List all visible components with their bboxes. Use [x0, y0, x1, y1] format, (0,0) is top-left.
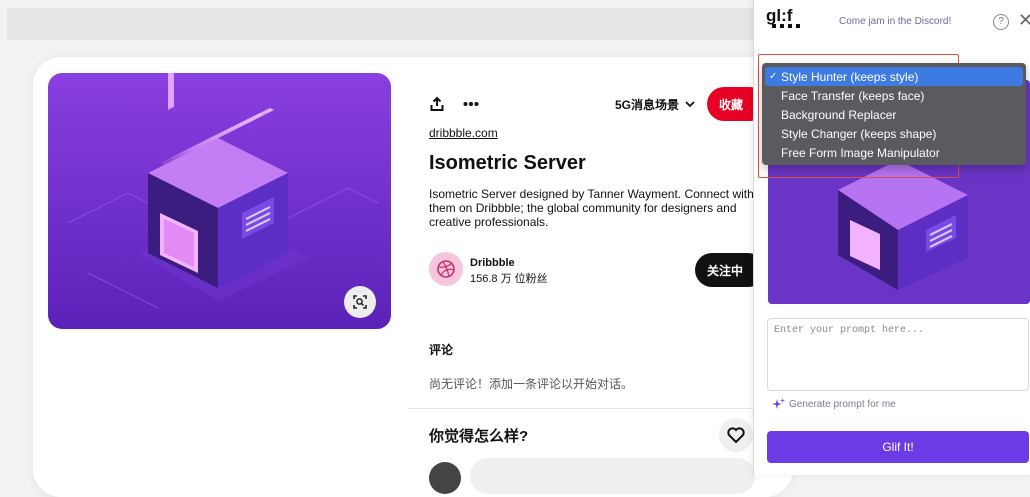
- visual-search-icon: [353, 295, 367, 309]
- chevron-down-icon: [685, 101, 695, 108]
- dribbble-logo-icon: [437, 260, 455, 278]
- mode-option-style-hunter[interactable]: ✓ Style Hunter (keeps style): [765, 67, 1023, 86]
- option-label: Style Changer (keeps shape): [781, 126, 937, 141]
- pin-title: Isometric Server: [429, 152, 586, 174]
- option-label: Face Transfer (keeps face): [781, 88, 925, 103]
- mode-option-free-form[interactable]: Free Form Image Manipulator: [765, 143, 1023, 162]
- no-comments-text: 尚无评论！添加一条评论以开始对话。: [429, 377, 634, 391]
- comments-heading[interactable]: 评论: [429, 341, 453, 358]
- creator-avatar[interactable]: [429, 252, 463, 286]
- checkmark-icon: ✓: [769, 71, 778, 82]
- option-label: Free Form Image Manipulator: [781, 145, 940, 160]
- sparkle-icon: [772, 398, 785, 409]
- share-button[interactable]: [428, 95, 446, 113]
- share-icon: [430, 96, 444, 111]
- option-label: Style Hunter (keeps style): [781, 69, 919, 84]
- glif-it-button[interactable]: Glif It!: [767, 431, 1029, 463]
- generate-prompt-link[interactable]: Generate prompt for me: [772, 398, 896, 411]
- creator-name[interactable]: Dribbble: [470, 257, 515, 269]
- user-avatar: [429, 462, 461, 494]
- option-label: Background Replacer: [781, 107, 897, 122]
- heart-icon: [727, 427, 745, 443]
- board-selector[interactable]: 5G消息场景: [615, 95, 695, 113]
- mode-dropdown[interactable]: ✓ Style Hunter (keeps style) Face Transf…: [762, 63, 1026, 165]
- svg-text:gl:f: gl:f: [766, 6, 793, 25]
- prompt-input[interactable]: [767, 318, 1029, 391]
- react-button[interactable]: [719, 418, 753, 452]
- glif-extension-panel: gl:f Come jam in the Discord! ? ✕ ✓ Styl…: [753, 0, 1030, 475]
- divider: [408, 408, 753, 409]
- more-options-button[interactable]: [462, 95, 480, 113]
- browser-top-bar: [7, 8, 753, 40]
- source-link[interactable]: dribbble.com: [429, 126, 498, 140]
- pin-description: Isometric Server designed by Tanner Waym…: [429, 187, 754, 229]
- mode-option-face-transfer[interactable]: Face Transfer (keeps face): [765, 86, 1023, 105]
- glif-logo: gl:f: [766, 6, 800, 28]
- comment-input[interactable]: [470, 458, 755, 494]
- generate-prompt-label: Generate prompt for me: [789, 399, 896, 410]
- discord-link[interactable]: Come jam in the Discord!: [839, 16, 951, 27]
- mode-option-style-changer[interactable]: Style Changer (keeps shape): [765, 124, 1023, 143]
- pin-image[interactable]: [48, 73, 391, 329]
- question-circle-icon[interactable]: ?: [993, 14, 1009, 30]
- board-name: 5G消息场景: [615, 97, 680, 112]
- feedback-question: 你觉得怎么样?: [429, 428, 529, 445]
- more-icon: [463, 102, 479, 106]
- close-icon[interactable]: ✕: [1018, 10, 1030, 31]
- follower-count: 156.8 万 位粉丝: [470, 273, 548, 285]
- visual-search-button[interactable]: [344, 286, 376, 318]
- mode-option-background-replacer[interactable]: Background Replacer: [765, 105, 1023, 124]
